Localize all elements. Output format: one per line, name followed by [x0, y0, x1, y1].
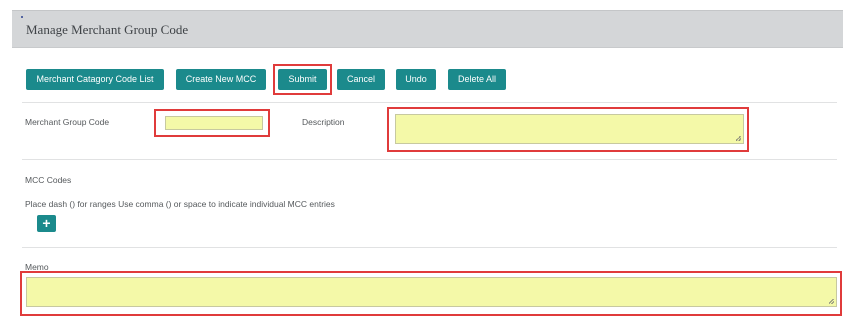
add-mcc-button[interactable]: + — [37, 215, 56, 232]
mcc-codes-label: MCC Codes — [25, 175, 72, 185]
merchant-group-code-input[interactable] — [165, 116, 263, 130]
description-textarea[interactable] — [395, 114, 744, 144]
page-title: Manage Merchant Group Code — [26, 22, 189, 37]
cancel-button[interactable]: Cancel — [337, 69, 385, 90]
resize-grip-icon[interactable] — [736, 136, 741, 141]
merchant-category-code-list-button[interactable]: Merchant Catagory Code List — [26, 69, 164, 90]
decorative-dot — [21, 16, 23, 18]
description-label: Description — [302, 117, 345, 127]
create-new-mcc-button[interactable]: Create New MCC — [176, 69, 266, 90]
divider — [22, 247, 837, 248]
memo-label: Memo — [25, 262, 49, 272]
mcc-codes-hint: Place dash () for ranges Use comma () or… — [25, 199, 335, 209]
divider — [22, 159, 837, 160]
manage-merchant-group-code-page: Manage Merchant Group Code Merchant Cata… — [0, 0, 843, 320]
delete-all-button[interactable]: Delete All — [448, 69, 506, 90]
submit-button[interactable]: Submit — [278, 69, 327, 90]
plus-icon: + — [42, 215, 51, 231]
resize-grip-icon[interactable] — [829, 299, 834, 304]
merchant-group-code-label: Merchant Group Code — [25, 117, 110, 127]
divider — [22, 102, 837, 103]
undo-button[interactable]: Undo — [396, 69, 436, 90]
memo-textarea[interactable] — [26, 277, 837, 307]
page-header: Manage Merchant Group Code — [12, 10, 843, 48]
